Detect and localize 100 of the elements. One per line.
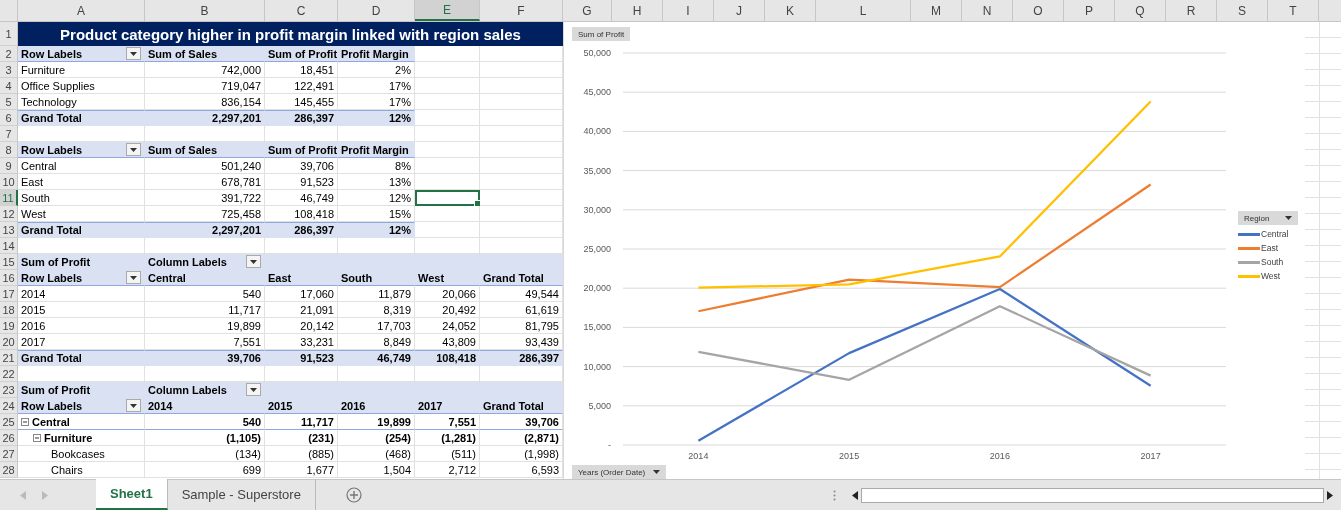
row-number[interactable]: 2 [0, 46, 18, 62]
table-cell: 46,749 [338, 350, 415, 366]
row-number[interactable]: 11 [0, 190, 18, 206]
x-axis-label: 2014 [688, 451, 709, 461]
table-cell: 11,717 [265, 414, 338, 430]
table-cell: 2% [338, 62, 415, 78]
table-cell: 46,749 [265, 190, 338, 206]
legend-label: South [1261, 257, 1284, 267]
active-cell[interactable] [415, 190, 480, 206]
filter-button[interactable] [126, 271, 141, 284]
table-cell: 2014 [145, 398, 265, 414]
row-number[interactable]: 4 [0, 78, 18, 94]
cell-text: Column Labels [148, 383, 227, 396]
filter-button[interactable] [246, 383, 261, 396]
table-cell: (2,871) [480, 430, 563, 446]
table-cell: 742,000 [145, 62, 265, 78]
filter-button[interactable] [246, 255, 261, 268]
row-number[interactable]: 20 [0, 334, 18, 350]
dropdown-icon [1285, 216, 1292, 220]
row-number[interactable]: 14 [0, 238, 18, 254]
table-cell: Sum of Profit [18, 254, 145, 270]
row-number[interactable]: 22 [0, 366, 18, 382]
table-cell: 286,397 [480, 350, 563, 366]
table-cell: Technology [18, 94, 145, 110]
table-cell: South [18, 190, 145, 206]
row-number[interactable]: 13 [0, 222, 18, 238]
row-number[interactable]: 5 [0, 94, 18, 110]
table-cell: 17% [338, 78, 415, 94]
row-number[interactable]: 8 [0, 142, 18, 158]
row-number[interactable]: 6 [0, 110, 18, 126]
table-cell: 11,717 [145, 302, 265, 318]
row-number[interactable]: 21 [0, 350, 18, 366]
table-cell: 12% [338, 222, 415, 238]
row-number[interactable]: 17 [0, 286, 18, 302]
table-cell: 43,809 [415, 334, 480, 350]
horizontal-scrollbar[interactable] [861, 487, 1324, 503]
row-number[interactable]: 26 [0, 430, 18, 446]
row-number[interactable]: 10 [0, 174, 18, 190]
row-number[interactable]: 25 [0, 414, 18, 430]
table-cell: (1,998) [480, 446, 563, 462]
table-cell: 17,703 [338, 318, 415, 334]
sheet-tab[interactable]: Sample - Superstore [167, 479, 316, 510]
table-cell: 836,154 [145, 94, 265, 110]
table-cell: 61,619 [480, 302, 563, 318]
row-number[interactable]: 28 [0, 462, 18, 478]
row-number[interactable]: 23 [0, 382, 18, 398]
table-cell: 13% [338, 174, 415, 190]
x-axis-label: 2015 [839, 451, 860, 461]
y-axis-label: 25,000 [583, 244, 611, 254]
y-axis-label: 10,000 [583, 361, 611, 372]
splitter-icon[interactable] [833, 489, 836, 501]
cell-text: Row Labels [21, 47, 83, 60]
table-cell: 81,795 [480, 318, 563, 334]
filter-button[interactable] [126, 47, 141, 60]
table-cell: 7,551 [145, 334, 265, 350]
table-cell: Grand Total [18, 350, 145, 366]
table-cell: West [18, 206, 145, 222]
row-number[interactable]: 16 [0, 270, 18, 286]
row-number[interactable]: 24 [0, 398, 18, 414]
dropdown-icon [130, 403, 137, 408]
collapse-icon[interactable] [33, 433, 41, 442]
y-axis-label: 30,000 [583, 204, 611, 215]
legend-field-button[interactable]: Region [1238, 211, 1298, 225]
table-cell: Grand Total [18, 110, 145, 126]
collapse-icon[interactable] [21, 417, 29, 426]
filter-button[interactable] [126, 399, 141, 412]
table-cell: East [265, 270, 338, 286]
row-number[interactable]: 18 [0, 302, 18, 318]
filter-button[interactable] [126, 143, 141, 156]
table-cell: 7,551 [415, 414, 480, 430]
dropdown-icon [250, 259, 257, 264]
row-number[interactable]: 27 [0, 446, 18, 462]
table-cell: 18,451 [265, 62, 338, 78]
row-number[interactable]: 19 [0, 318, 18, 334]
row-number[interactable]: 3 [0, 62, 18, 78]
table-cell: Furniture [18, 62, 145, 78]
scroll-left-icon[interactable] [852, 490, 859, 500]
row-number[interactable]: 12 [0, 206, 18, 222]
table-cell: Central [145, 270, 265, 286]
table-cell: 108,418 [265, 206, 338, 222]
axis-field-button[interactable]: Years (Order Date) [572, 465, 667, 479]
row-number[interactable]: 1 [0, 22, 18, 46]
table-cell: Profit Margin [338, 46, 415, 62]
dropdown-icon [130, 147, 137, 152]
table-cell: 2,712 [415, 462, 480, 478]
table-cell: Sum of Profit [265, 142, 338, 158]
y-axis-label: 50,000 [583, 48, 611, 58]
cell-text: Central [21, 415, 70, 428]
row-number[interactable]: 15 [0, 254, 18, 270]
field-button[interactable]: Sum of Profit [572, 27, 631, 41]
table-cell: 391,722 [145, 190, 265, 206]
column-header[interactable]: E [415, 0, 480, 21]
cell-text: Row Labels [21, 399, 83, 412]
scroll-right-icon[interactable] [1326, 490, 1333, 500]
table-cell: (1,281) [415, 430, 480, 446]
row-number[interactable]: 9 [0, 158, 18, 174]
sheet-tab[interactable]: Sheet1 [96, 479, 168, 510]
table-cell: Profit Margin [338, 142, 415, 158]
table-cell: Bookcases [18, 446, 145, 462]
row-number[interactable]: 7 [0, 126, 18, 142]
